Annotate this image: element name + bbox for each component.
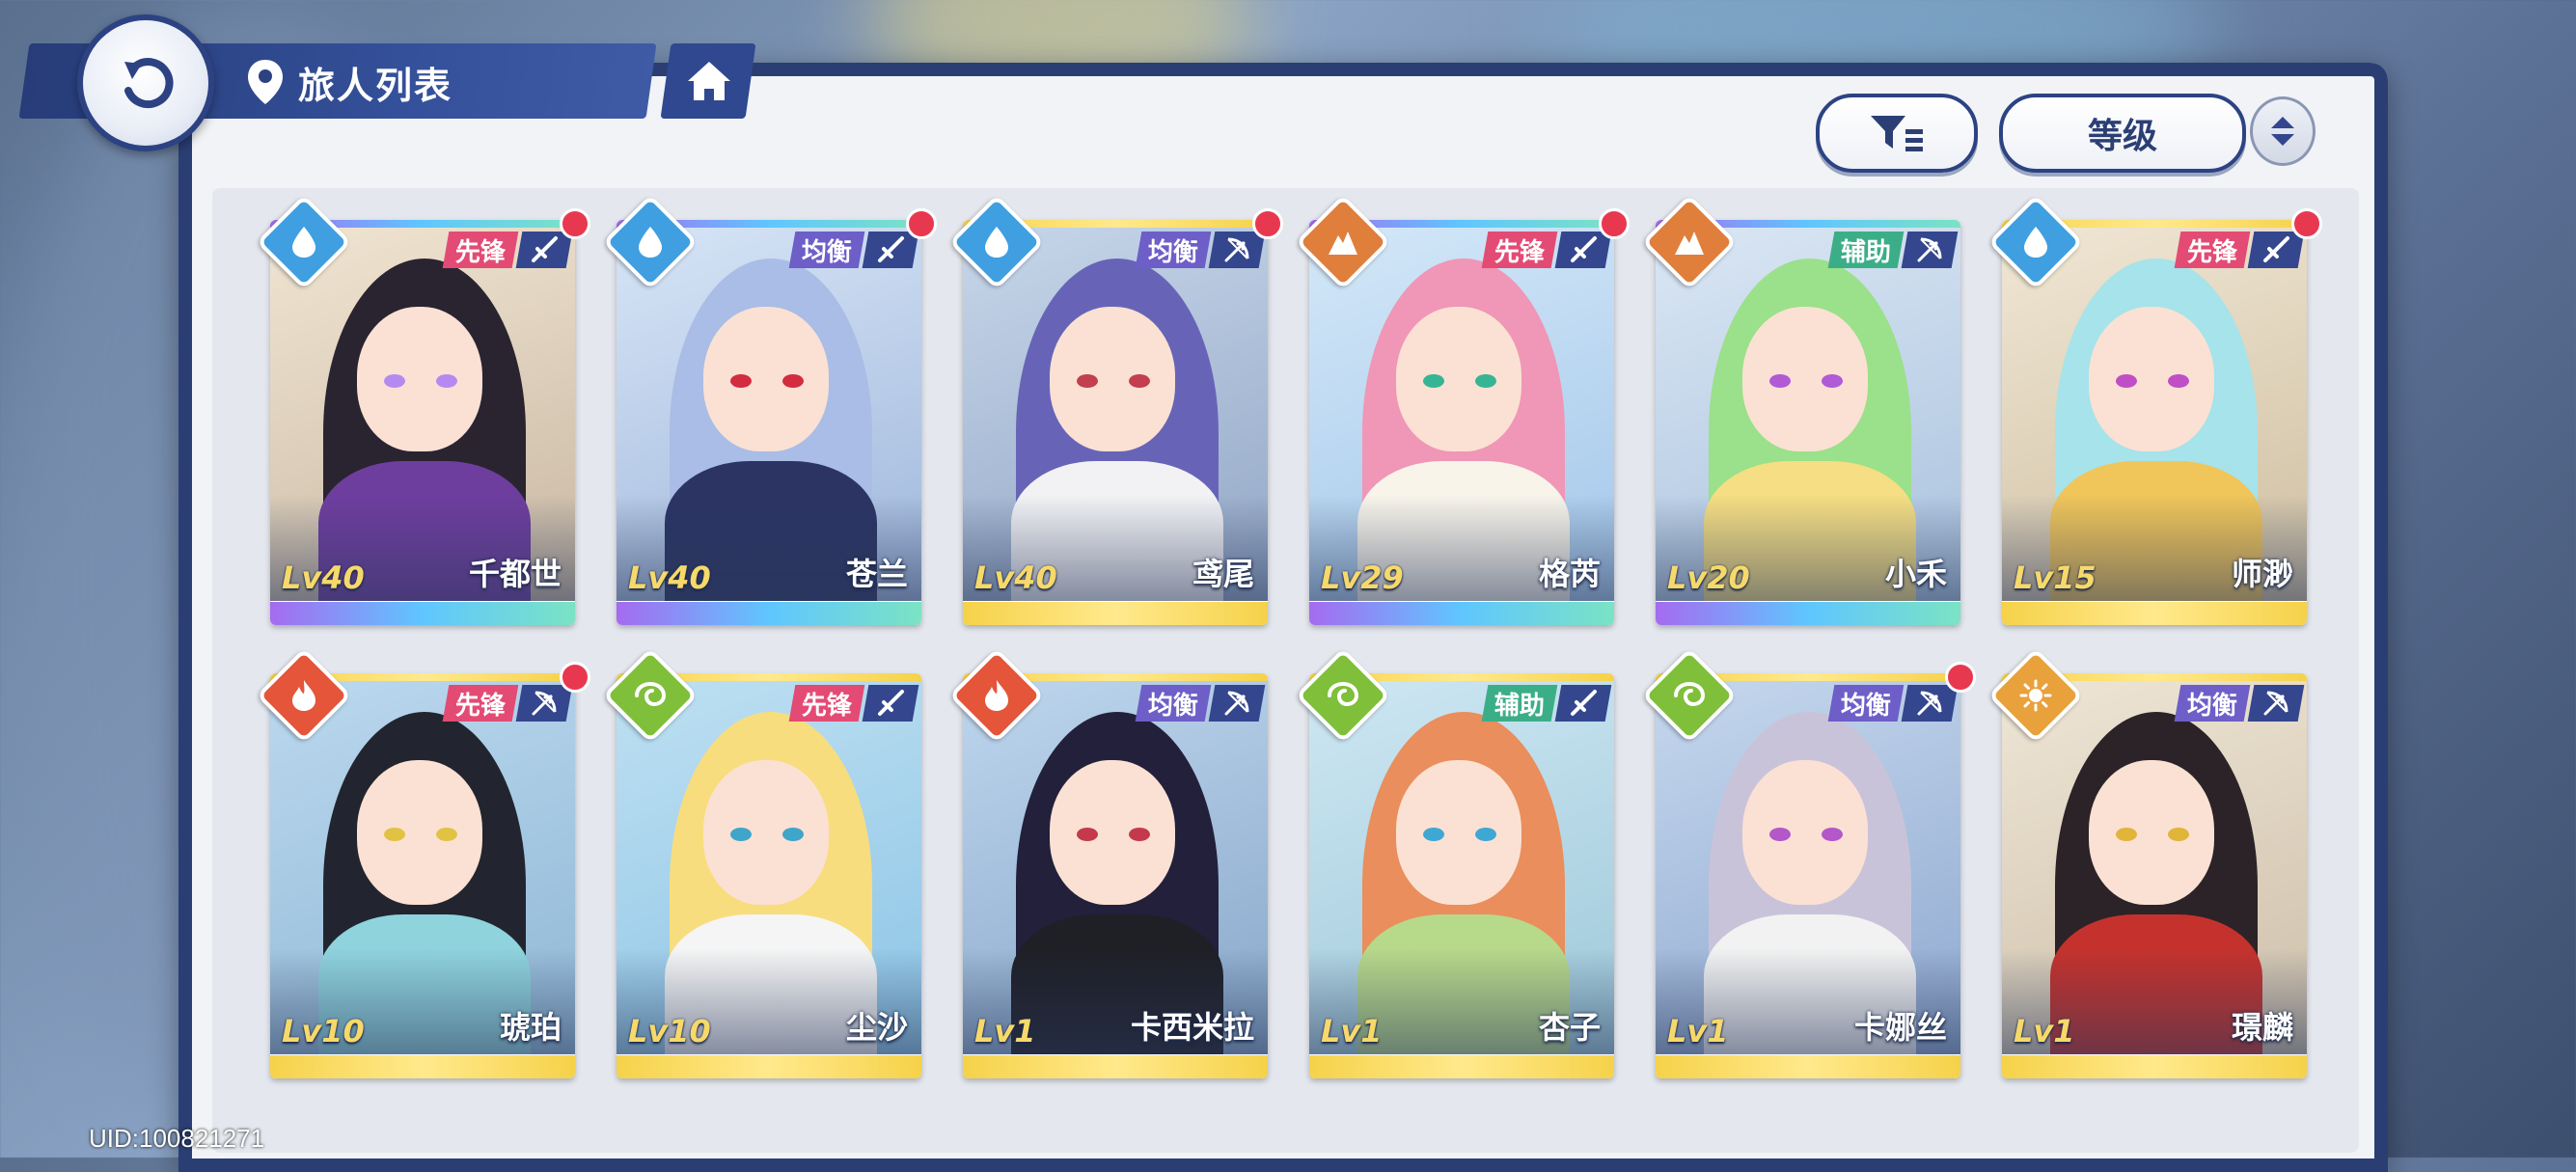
character-card[interactable]: 先锋 Lv10 琥珀 [270, 673, 575, 1078]
sword-icon [862, 685, 919, 722]
rarity-bar [2002, 602, 2307, 625]
role-badge: 均衡 [1135, 232, 1212, 268]
role-badge: 先锋 [2174, 232, 2251, 268]
role-badge: 辅助 [1827, 232, 1905, 268]
character-name: 师渺 [2231, 556, 2293, 592]
role-badge: 辅助 [1481, 685, 1558, 722]
character-card[interactable]: 先锋 Lv15 师渺 [2002, 220, 2307, 625]
rarity-bar [1309, 1055, 1614, 1078]
rarity-bar [617, 1055, 921, 1078]
role-badge: 均衡 [2174, 685, 2251, 722]
character-card[interactable]: 先锋 Lv29 格芮 [1309, 220, 1614, 625]
character-name: 尘沙 [845, 1009, 908, 1046]
sort-order-toggle[interactable] [2250, 96, 2316, 166]
sort-select[interactable]: 等级 [1999, 94, 2246, 173]
character-name: 小禾 [1884, 556, 1947, 592]
sort-up-icon [2271, 117, 2294, 128]
uid-label: UID:100821271 [89, 1124, 265, 1153]
filter-icon [1871, 116, 1923, 151]
character-name: 鸢尾 [1192, 556, 1254, 592]
back-button[interactable] [77, 14, 214, 151]
role-badge: 先锋 [442, 232, 519, 268]
character-level: Lv1 [1321, 1013, 1383, 1049]
home-button[interactable] [671, 48, 748, 114]
character-level: Lv1 [2014, 1013, 2075, 1049]
sort-label: 等级 [2087, 117, 2157, 156]
character-card[interactable]: 先锋 Lv40 千都世 [270, 220, 575, 625]
character-card[interactable]: 均衡 Lv40 苍兰 [617, 220, 921, 625]
role-badge: 均衡 [1135, 685, 1212, 722]
character-card[interactable]: 辅助 Lv1 杏子 [1309, 673, 1614, 1078]
rarity-bar [2002, 1055, 2307, 1078]
character-name: 卡西米拉 [1130, 1009, 1254, 1046]
role-badge: 均衡 [788, 232, 865, 268]
new-notification-dot [1252, 208, 1283, 239]
character-name: 琥珀 [499, 1009, 562, 1046]
role-badge: 先锋 [442, 685, 519, 722]
bow-icon [515, 685, 573, 722]
home-icon [688, 62, 730, 100]
sword-icon [862, 232, 919, 268]
character-level: Lv15 [2014, 559, 2096, 596]
role-badge: 先锋 [1481, 232, 1558, 268]
new-notification-dot [2291, 208, 2322, 239]
bow-icon [1901, 232, 1959, 268]
role-badge: 先锋 [788, 685, 865, 722]
bow-icon [2247, 685, 2305, 722]
rarity-bar [1656, 1055, 1960, 1078]
character-level: Lv1 [1667, 1013, 1729, 1049]
sword-icon [515, 232, 573, 268]
new-notification-dot [560, 662, 590, 693]
rarity-bar [270, 602, 575, 625]
character-card[interactable]: 均衡 Lv40 鸢尾 [963, 220, 1268, 625]
character-card[interactable]: 辅助 Lv20 小禾 [1656, 220, 1960, 625]
location-pin-icon [248, 60, 283, 104]
character-level: Lv10 [282, 1013, 365, 1049]
bow-icon [1901, 685, 1959, 722]
character-level: Lv40 [282, 559, 365, 596]
sword-icon [2247, 232, 2305, 268]
page-title: 旅人列表 [298, 64, 453, 107]
new-notification-dot [560, 208, 590, 239]
character-card[interactable]: 均衡 Lv1 卡西米拉 [963, 673, 1268, 1078]
character-name: 杏子 [1538, 1009, 1601, 1046]
rarity-bar [617, 602, 921, 625]
character-level: Lv40 [628, 559, 711, 596]
character-level: Lv1 [974, 1013, 1036, 1049]
rarity-bar [963, 1055, 1268, 1078]
character-name: 格芮 [1538, 556, 1601, 592]
character-name: 千都世 [468, 556, 562, 592]
rarity-bar [1656, 602, 1960, 625]
character-name: 卡娜丝 [1853, 1009, 1947, 1046]
character-card[interactable]: 均衡 Lv1 璟麟 [2002, 673, 2307, 1078]
new-notification-dot [1599, 208, 1630, 239]
rarity-bar [1309, 602, 1614, 625]
sort-down-icon [2271, 134, 2294, 146]
bow-icon [1208, 685, 1266, 722]
character-level: Lv10 [628, 1013, 711, 1049]
rarity-bar [270, 1055, 575, 1078]
new-notification-dot [1945, 662, 1976, 693]
rarity-bar [963, 602, 1268, 625]
character-name: 苍兰 [845, 556, 908, 592]
character-card[interactable]: 先锋 Lv10 尘沙 [617, 673, 921, 1078]
back-arrow-icon [124, 58, 174, 109]
character-level: Lv29 [1321, 559, 1404, 596]
role-badge: 均衡 [1827, 685, 1905, 722]
sword-icon [1554, 232, 1612, 268]
new-notification-dot [906, 208, 937, 239]
bow-icon [1208, 232, 1266, 268]
character-card[interactable]: 均衡 Lv1 卡娜丝 [1656, 673, 1960, 1078]
character-level: Lv40 [974, 559, 1057, 596]
character-name: 璟麟 [2231, 1009, 2293, 1046]
character-level: Lv20 [1667, 559, 1750, 596]
sword-icon [1554, 685, 1612, 722]
filter-button[interactable] [1816, 94, 1978, 173]
page-title-group: 旅人列表 [246, 48, 452, 116]
